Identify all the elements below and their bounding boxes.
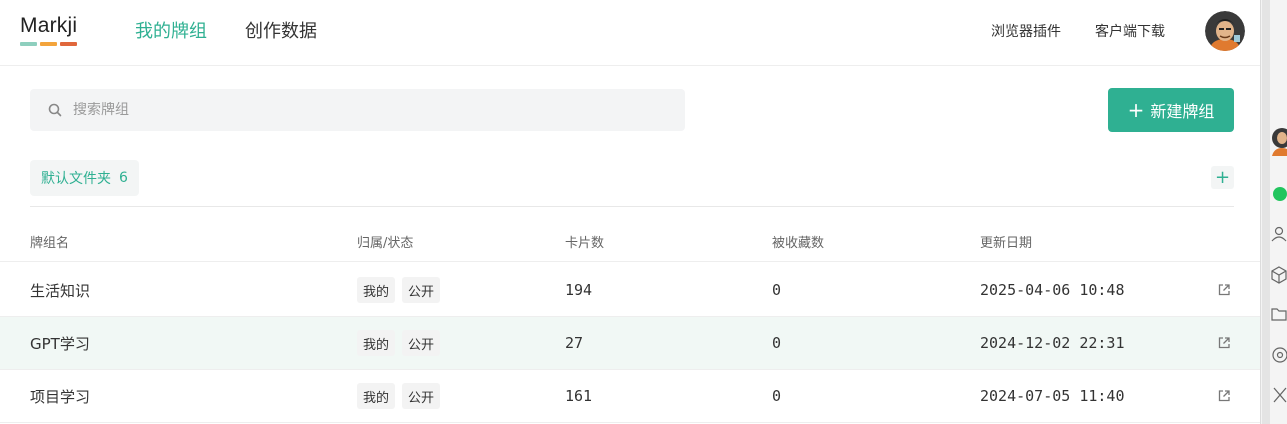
cube-icon[interactable]	[1270, 266, 1287, 288]
card-count: 194	[565, 281, 593, 299]
card-count: 27	[565, 334, 584, 352]
deck-name[interactable]: 项目学习	[30, 370, 90, 422]
external-link-icon-svg	[1218, 390, 1230, 402]
x-icon[interactable]	[1270, 386, 1287, 408]
plus-icon: +	[1214, 167, 1231, 188]
deck-status: 我的 公开	[357, 317, 441, 369]
external-link-icon[interactable]	[1217, 317, 1231, 369]
updated-date: 2024-07-05 11:40	[980, 387, 1125, 405]
folder-name: 默认文件夹	[41, 171, 111, 187]
section-divider	[30, 206, 1234, 207]
external-link-icon-svg	[1218, 337, 1230, 349]
markji-logo[interactable]: Markji	[20, 14, 77, 46]
visibility-tag: 公开	[402, 383, 441, 409]
favorite-count: 0	[772, 334, 782, 352]
column-header-favorites: 被收藏数	[772, 236, 825, 251]
updated-date: 2025-04-06 10:48	[980, 281, 1125, 299]
owner-tag: 我的	[357, 383, 396, 409]
logo-bar-red	[60, 42, 77, 46]
folder-default[interactable]: 默认文件夹 6	[30, 160, 139, 196]
markji-app: Markji 我的牌组 创作数据 浏览器插件 客户端下载 搜索牌组 + 新建牌组…	[0, 0, 1260, 424]
deck-status: 我的 公开	[357, 264, 441, 316]
visibility-tag: 公开	[402, 277, 441, 303]
owner-tag: 我的	[357, 277, 396, 303]
new-deck-button[interactable]: + 新建牌组	[1108, 88, 1234, 132]
external-link-icon[interactable]	[1217, 370, 1231, 422]
logo-text: Markji	[20, 14, 78, 37]
external-link-icon-svg	[1218, 284, 1230, 296]
owner-tag: 我的	[357, 330, 396, 356]
logo-color-bars	[20, 42, 77, 46]
top-header: Markji 我的牌组 创作数据 浏览器插件 客户端下载	[0, 0, 1260, 66]
folder-count: 6	[119, 170, 128, 186]
chrome-icon[interactable]	[1270, 346, 1287, 368]
table-row[interactable]: 项目学习 我的 公开 161 0 2024-07-05 11:40	[0, 370, 1260, 423]
external-link-icon[interactable]	[1217, 264, 1231, 316]
search-input[interactable]	[73, 102, 653, 118]
client-download-link[interactable]: 客户端下载	[1095, 22, 1165, 42]
deck-name[interactable]: GPT学习	[30, 317, 90, 369]
column-header-cards: 卡片数	[565, 236, 605, 251]
main-nav: 我的牌组 创作数据	[135, 20, 317, 44]
avatar-image	[1205, 11, 1245, 51]
browser-plugin-link[interactable]: 浏览器插件	[991, 22, 1061, 42]
user-avatar[interactable]	[1205, 11, 1245, 51]
deck-search-bar[interactable]	[30, 89, 685, 131]
logo-bar-green	[20, 42, 37, 46]
online-status-icon	[1270, 186, 1287, 205]
new-deck-label: 新建牌组	[1150, 102, 1215, 121]
page-scrollbar[interactable]	[1262, 0, 1270, 424]
user-icon[interactable]	[1270, 226, 1287, 246]
table-row[interactable]: GPT学习 我的 公开 27 0 2024-12-02 22:31	[0, 317, 1260, 370]
table-row[interactable]: 生活知识 我的 公开 194 0 2025-04-06 10:48	[0, 264, 1260, 317]
add-folder-button[interactable]: +	[1211, 166, 1234, 189]
column-header-status: 归属/状态	[357, 236, 414, 251]
side-avatar-icon[interactable]	[1270, 120, 1287, 160]
tab-my-decks[interactable]: 我的牌组	[135, 20, 207, 44]
favorite-count: 0	[772, 387, 782, 405]
visibility-tag: 公开	[402, 330, 441, 356]
plus-icon: +	[1127, 98, 1145, 122]
deck-status: 我的 公开	[357, 370, 441, 422]
column-header-name: 牌组名	[30, 236, 70, 251]
logo-bar-orange	[40, 42, 57, 46]
folder-icon[interactable]	[1270, 306, 1287, 326]
deck-name[interactable]: 生活知识	[30, 264, 90, 316]
column-header-updated: 更新日期	[980, 236, 1033, 251]
tab-creation-data[interactable]: 创作数据	[245, 20, 317, 44]
favorite-count: 0	[772, 281, 782, 299]
header-links: 浏览器插件 客户端下载	[991, 22, 1165, 42]
search-icon	[48, 103, 62, 117]
table-header: 牌组名 归属/状态 卡片数 被收藏数 更新日期	[0, 222, 1260, 262]
updated-date: 2024-12-02 22:31	[980, 334, 1125, 352]
card-count: 161	[565, 387, 593, 405]
